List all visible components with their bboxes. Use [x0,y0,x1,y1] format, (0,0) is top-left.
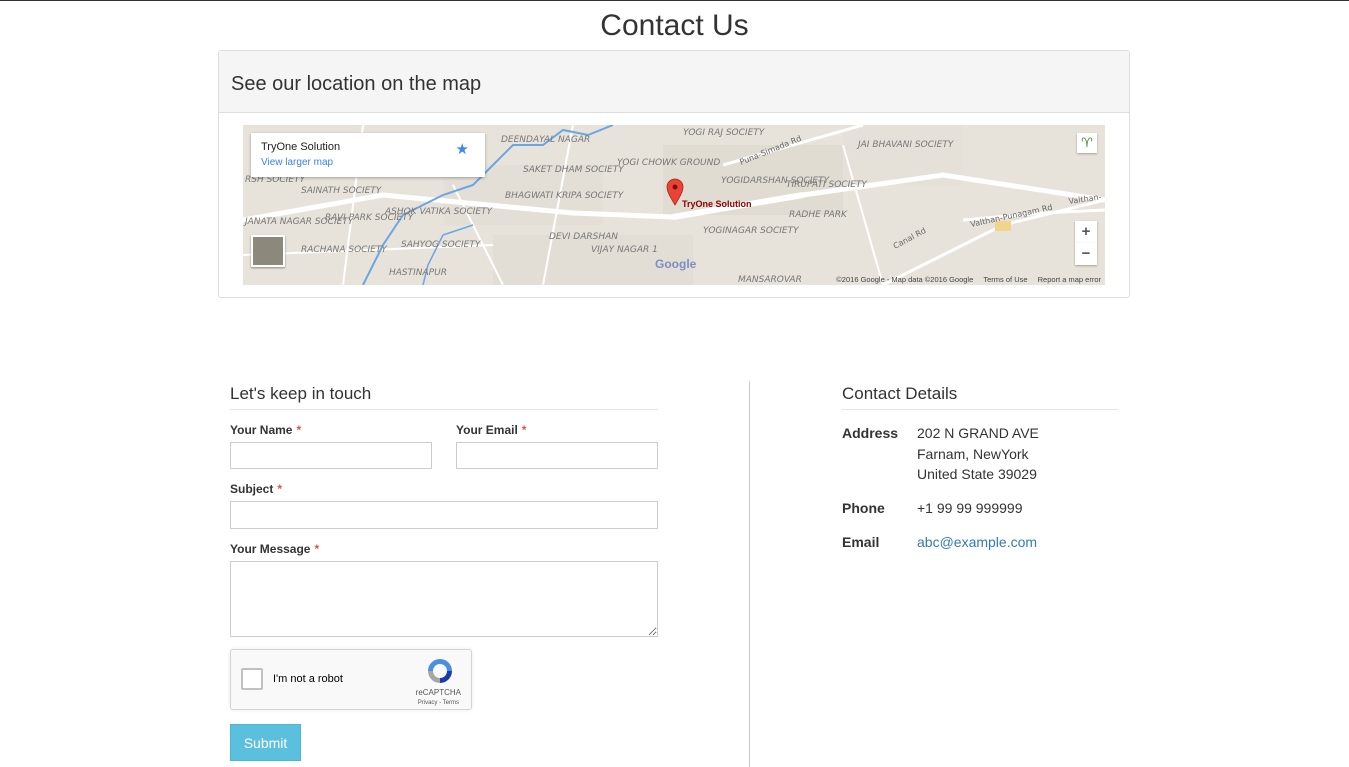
email-label-text: Your Email [456,423,518,437]
map-area-label: TIRUPATI SOCIETY [786,180,868,190]
map-area-label: SAKET DHAM SOCIETY [523,165,625,175]
map-area-label: SAINATH SOCIETY [301,186,383,196]
required-mark: * [521,423,527,437]
view-larger-map-link[interactable]: View larger map [261,157,333,168]
name-label: Your Name * [230,423,301,437]
address-value: 202 N GRAND AVE Farnam, NewYork United S… [917,423,1039,485]
map-area-label: YOGI CHOWK GROUND [617,158,720,168]
message-label-text: Your Message [230,542,311,556]
email-label: Your Email * [456,423,526,437]
required-mark: * [314,542,320,556]
recaptcha-text: I'm not a robot [273,673,343,685]
map-area-label: RACHANA SOCIETY [301,245,388,255]
page-title: Contact Us [600,9,749,42]
map-place-card: TryOne Solution View larger map ★ [251,133,485,177]
map-area-label: DEENDAYAL NAGAR [501,135,590,145]
message-textarea[interactable] [230,561,658,637]
map-area-label: BHAGWATI KRIPA SOCIETY [505,191,625,201]
contact-title: Contact Details [842,384,1118,410]
name-label-text: Your Name [230,423,293,437]
map-panel-heading: See our location on the map [219,51,1129,113]
subject-label-text: Subject [230,482,274,496]
submit-button[interactable]: Submit [230,724,301,761]
phone-label: Phone [842,500,885,516]
save-star-icon[interactable]: ★ [456,140,469,158]
email-contact-value: abc@example.com [917,532,1037,553]
map-area-label: VIJAY NAGAR 1 [591,245,658,255]
map-panel: See our location on the map DEENDAYAL NA… [218,50,1130,298]
email-input[interactable] [456,442,658,469]
recaptcha-brand: reCAPTCHA [415,688,461,697]
required-mark: * [277,482,283,496]
map-terms-link[interactable]: Terms of Use [983,275,1027,284]
pin-label: TryOne Solution [682,199,752,209]
recaptcha-terms-link[interactable]: Privacy - Terms [418,700,459,706]
map-area-label: YOGINAGAR SOCIETY [703,226,800,236]
recaptcha-checkbox[interactable] [241,668,263,690]
address-line: Farnam, NewYork [917,445,1029,462]
address-line: 202 N GRAND AVE [917,425,1039,441]
map-area-label: HASTINAPUR [389,268,447,278]
map-area-label: JAI BHAVANI SOCIETY [856,140,955,150]
map-footer: ©2016 Google - Map data ©2016 Google Ter… [828,275,1101,284]
name-input[interactable] [230,442,432,469]
map-place-name: TryOne Solution [261,141,341,153]
map-area-label: SAHYOG SOCIETY [401,240,482,250]
map-area-label: MANSAROVAR [738,275,802,285]
subject-input[interactable] [230,501,658,529]
subject-label: Subject * [230,482,282,496]
embedded-map[interactable]: DEENDAYAL NAGAR YOGI RAJ SOCIETY JAI BHA… [243,125,1105,285]
email-contact-label: Email [842,534,880,550]
recaptcha-widget: I'm not a robot reCAPTCHA Privacy - Term… [230,649,472,710]
zoom-in-button[interactable]: + [1075,221,1097,243]
recaptcha-logo-icon [428,659,452,683]
zoom-out-button[interactable]: − [1075,243,1097,265]
satellite-toggle-button[interactable] [251,235,285,267]
message-label: Your Message * [230,542,319,556]
email-link[interactable]: abc@example.com [917,534,1037,550]
address-label: Address [842,425,899,441]
map-report-link[interactable]: Report a map error [1038,275,1101,284]
column-divider [749,381,750,767]
map-area-label: RADHE PARK [789,210,848,220]
map-area-label: YOGI RAJ SOCIETY [683,128,766,138]
address-line: United State 39029 [917,466,1037,482]
form-title: Let's keep in touch [230,384,658,410]
map-copyright: ©2016 Google - Map data ©2016 Google [836,275,974,284]
map-area-label: JANATA NAGAR SOCIETY [243,217,355,227]
street-view-icon[interactable]: ♈ [1077,133,1097,153]
required-mark: * [296,423,302,437]
phone-value: +1 99 99 999999 [917,500,1023,516]
google-logo: Google [655,257,697,271]
map-area-label: DEVI DARSHAN [549,232,618,242]
map-heading: See our location on the map [231,73,482,95]
